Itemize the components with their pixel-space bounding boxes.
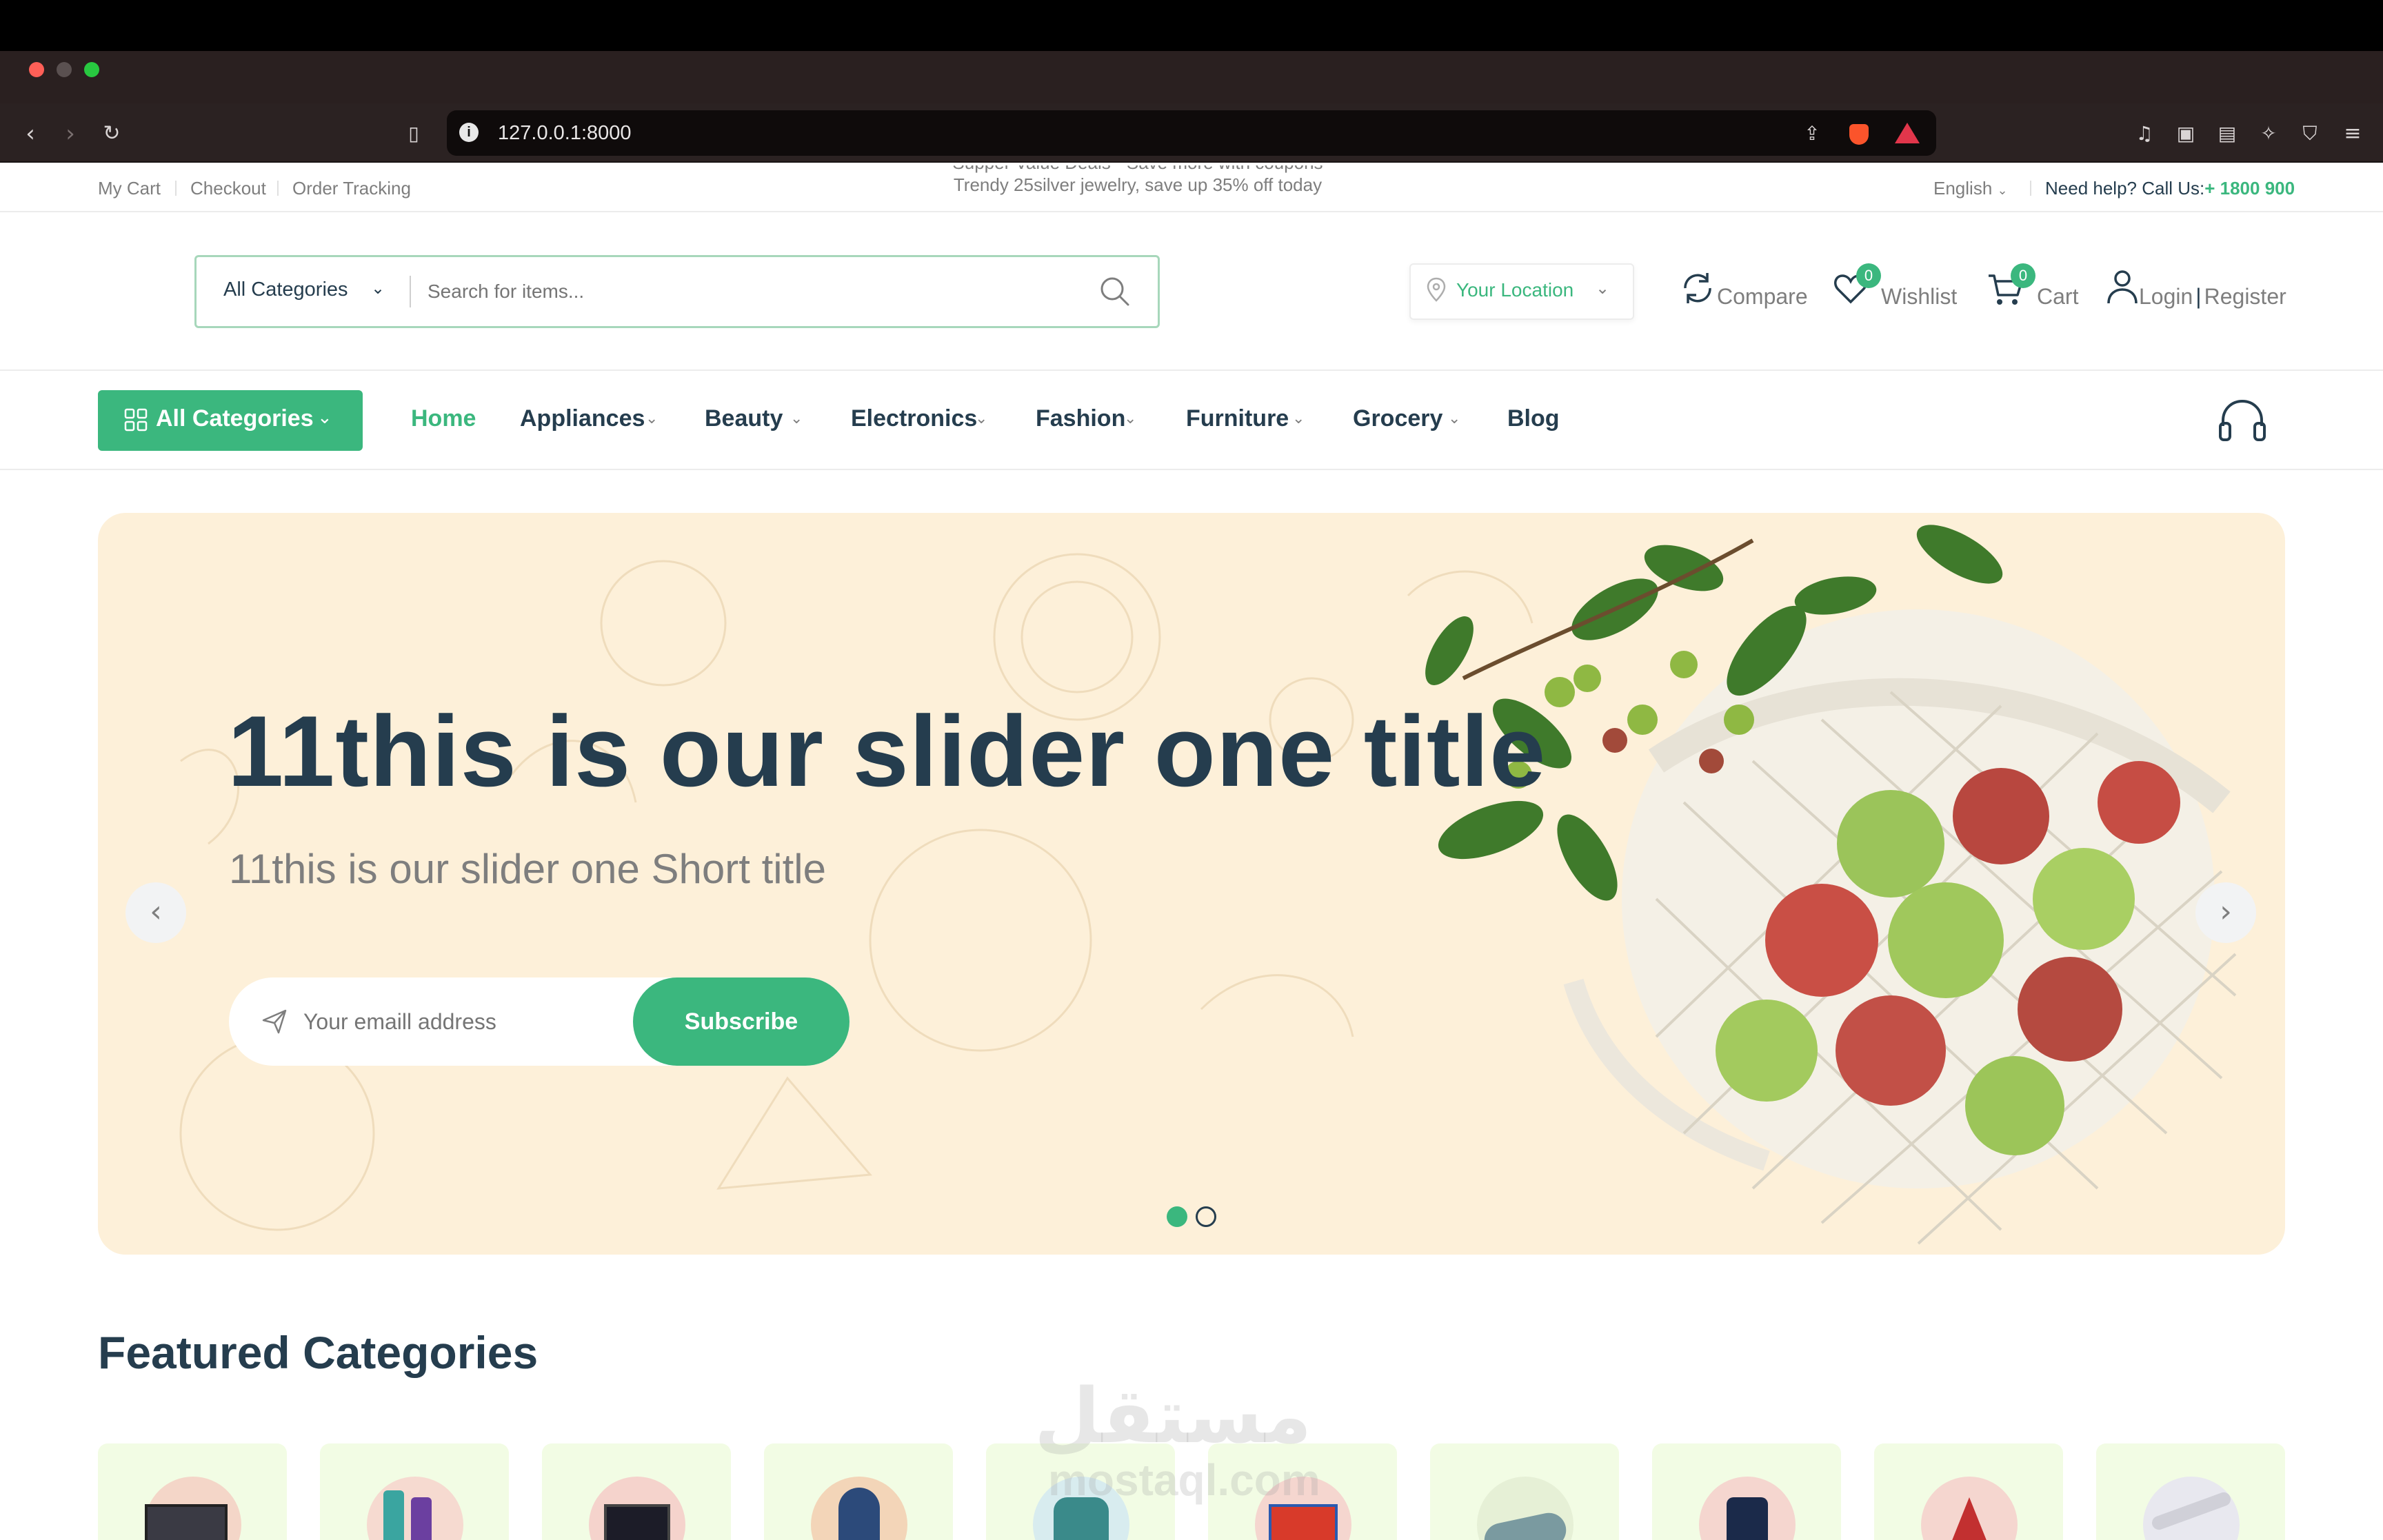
order-tracking-link[interactable]: Order Tracking	[292, 178, 411, 199]
featured-categories-title: Featured Categories	[98, 1327, 539, 1378]
vpn-icon[interactable]: ⛉	[2296, 120, 2324, 148]
help-label: Need help? Call Us:	[2045, 178, 2205, 199]
chevron-down-icon: ⌄	[1596, 279, 1610, 298]
zoom-window-button[interactable]	[84, 62, 99, 77]
compare-icon[interactable]	[1678, 267, 1717, 309]
window-titlebar	[0, 51, 2383, 103]
slider-dot[interactable]	[1196, 1206, 1216, 1227]
watermark-text: mostaql.com	[1048, 1455, 1320, 1505]
chevron-down-icon: ⌄	[790, 409, 803, 427]
chevron-down-icon: ⌄	[1448, 409, 1461, 427]
chevron-down-icon: ⌄	[1124, 409, 1137, 427]
media-icon[interactable]: ♫	[2131, 120, 2158, 148]
menu-icon[interactable]: ≡	[2339, 120, 2366, 148]
search-input[interactable]	[428, 273, 1076, 310]
bookmark-icon[interactable]: ▯	[400, 120, 428, 148]
location-pin-icon	[1427, 277, 1446, 302]
chevron-down-icon: ⌄	[645, 409, 658, 427]
airplane-image	[2150, 1490, 2233, 1532]
wallet-icon[interactable]: ▤	[2213, 120, 2241, 148]
grid-icon	[124, 408, 148, 432]
search-category-select[interactable]: All Categories	[223, 278, 348, 301]
statue-image	[1942, 1497, 1997, 1540]
share-icon[interactable]: ⇪	[1798, 120, 1826, 148]
divider	[410, 276, 411, 307]
watermark-logo: مستقل	[1034, 1372, 1312, 1460]
brave-rewards-icon[interactable]	[1895, 123, 1920, 143]
nav-furniture[interactable]: Furniture	[1186, 405, 1289, 432]
cart-link[interactable]: Cart	[2037, 284, 2078, 310]
brave-shield-icon[interactable]	[1849, 124, 1869, 145]
send-icon	[262, 1009, 287, 1034]
hero-title: 11this is our slider one title	[228, 695, 1547, 807]
user-icon[interactable]	[2103, 267, 2142, 309]
chevron-down-icon: ⌄	[317, 407, 332, 427]
nav-grocery[interactable]: Grocery	[1353, 405, 1442, 432]
wishlist-count-badge: 0	[1856, 263, 1881, 288]
minimize-window-button[interactable]	[57, 62, 72, 77]
subscribe-button[interactable]: Subscribe	[633, 977, 849, 1066]
divider	[175, 181, 177, 196]
close-window-button[interactable]	[29, 62, 44, 77]
back-icon[interactable]: ‹	[17, 120, 44, 148]
ticker-item: Supper Value Deals - Save more with coup…	[917, 165, 1358, 174]
search-icon[interactable]	[1098, 274, 1132, 309]
help-text: Need help? Call Us:+ 1800 900	[2045, 178, 2295, 199]
register-link[interactable]: Register	[2204, 284, 2286, 309]
language-select[interactable]: English ⌄	[1933, 178, 2008, 201]
tv-image	[145, 1504, 228, 1540]
divider	[0, 469, 2383, 470]
slider-next-button[interactable]: ›	[2195, 882, 2256, 943]
ticker-item: Trendy 25silver jewelry, save up 35% off…	[953, 174, 1323, 195]
headphones-icon[interactable]	[2216, 397, 2269, 445]
help-phone[interactable]: + 1800 900	[2204, 178, 2295, 199]
cart-count-badge: 0	[2011, 263, 2035, 288]
slider-prev-button[interactable]: ‹	[125, 882, 186, 943]
email-field[interactable]	[303, 1004, 621, 1040]
chevron-down-icon: ⌄	[1292, 409, 1305, 427]
leo-ai-icon[interactable]: ✧	[2255, 120, 2282, 148]
news-ticker: Supper Value Deals - Save more with coup…	[917, 165, 1358, 197]
chevron-down-icon: ⌄	[975, 409, 988, 427]
login-link[interactable]: Login	[2139, 284, 2193, 309]
my-cart-link[interactable]: My Cart	[98, 178, 161, 199]
nav-beauty[interactable]: Beauty	[705, 405, 783, 432]
grocery-image	[1269, 1504, 1338, 1540]
laptop-image	[604, 1504, 670, 1540]
forward-icon[interactable]: ›	[57, 120, 84, 148]
os-menubar	[0, 0, 2383, 51]
slider-dot-active[interactable]	[1167, 1206, 1187, 1227]
all-categories-label: All Categories	[156, 405, 314, 432]
reload-icon[interactable]: ↻	[98, 120, 125, 148]
chevron-down-icon: ⌄	[371, 279, 385, 298]
location-label: Your Location	[1456, 279, 1574, 301]
sidebar-icon[interactable]: ▣	[2172, 120, 2200, 148]
divider	[0, 369, 2383, 371]
nav-blog[interactable]: Blog	[1507, 405, 1560, 432]
checkout-link[interactable]: Checkout	[190, 178, 266, 199]
chevron-down-icon: ⌄	[1997, 183, 2008, 197]
nav-fashion[interactable]: Fashion	[1036, 405, 1125, 432]
bottle-image	[383, 1490, 404, 1540]
compare-link[interactable]: Compare	[1717, 284, 1808, 310]
bottle-image	[411, 1497, 432, 1540]
url-text[interactable]: 127.0.0.1:8000	[498, 119, 632, 148]
wishlist-link[interactable]: Wishlist	[1881, 284, 1957, 310]
produce-bag-image	[1425, 525, 2237, 1245]
account-links: Login | Register	[2139, 284, 2286, 309]
divider	[277, 181, 279, 196]
divider	[2030, 181, 2031, 196]
nav-appliances[interactable]: Appliances	[520, 405, 645, 432]
hero-subtitle: 11this is our slider one Short title	[229, 846, 826, 892]
fish-image	[1481, 1510, 1569, 1540]
nav-home[interactable]: Home	[411, 405, 476, 432]
people-image	[838, 1488, 880, 1540]
site-info-icon[interactable]: i	[459, 123, 479, 142]
address-bar[interactable]	[447, 110, 1936, 156]
phone-image	[1727, 1497, 1768, 1540]
nav-electronics[interactable]: Electronics	[851, 405, 977, 432]
language-label: English	[1933, 178, 1993, 199]
